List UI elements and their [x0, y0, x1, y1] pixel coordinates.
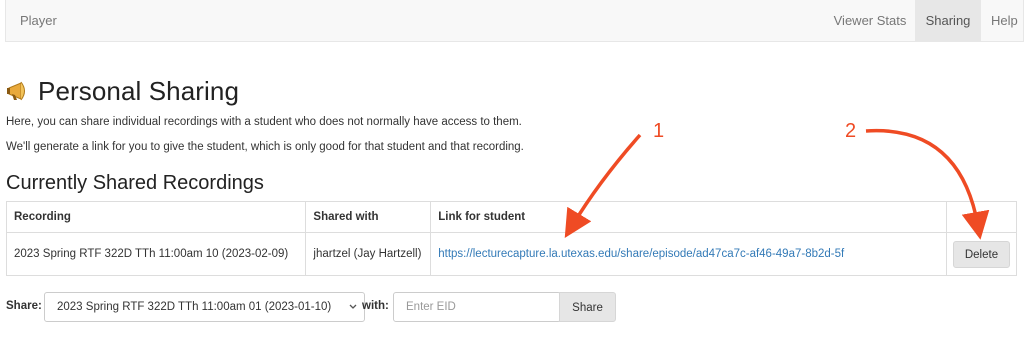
intro-text-2: We'll generate a link for you to give th…: [6, 141, 524, 153]
eid-input-wrapper: [393, 292, 561, 322]
shared-recordings-heading: Currently Shared Recordings: [6, 172, 264, 194]
cell-link: https://lecturecapture.la.utexas.edu/sha…: [430, 232, 947, 276]
page-title-row: Personal Sharing: [6, 76, 239, 106]
nav-viewer-stats[interactable]: Viewer Stats: [825, 0, 915, 41]
top-navbar: Player Viewer Stats Sharing Help: [5, 0, 1024, 42]
column-header-link: Link for student: [430, 201, 947, 233]
share-label: Share:: [6, 300, 42, 312]
intro-text-1: Here, you can share individual recording…: [6, 116, 522, 128]
page-title: Personal Sharing: [38, 75, 240, 106]
column-header-action: [945, 201, 1018, 233]
column-header-shared-with: Shared with: [305, 201, 432, 233]
chevron-down-icon: [348, 301, 358, 313]
nav-help[interactable]: Help: [981, 0, 1024, 41]
table-header-row: Recording Shared with Link for student: [5, 201, 1018, 233]
recording-select-value: 2023 Spring RTF 322D TTh 11:00am 01 (202…: [57, 301, 332, 313]
student-share-link[interactable]: https://lecturecapture.la.utexas.edu/sha…: [438, 248, 844, 260]
delete-button[interactable]: Delete: [952, 240, 1010, 268]
annotation-label-1: 1: [653, 120, 665, 142]
with-label: with:: [362, 300, 389, 312]
nav-sharing[interactable]: Sharing: [915, 0, 981, 41]
annotation-label-2: 2: [845, 120, 857, 142]
column-header-recording: Recording: [5, 201, 307, 233]
megaphone-icon: [6, 79, 32, 103]
recording-select[interactable]: 2023 Spring RTF 322D TTh 11:00am 01 (202…: [44, 292, 365, 322]
cell-recording: 2023 Spring RTF 322D TTh 11:00am 10 (202…: [5, 232, 307, 276]
cell-shared-with: jhartzel (Jay Hartzell): [305, 232, 432, 276]
shared-recordings-table: Recording Shared with Link for student 2…: [5, 201, 1018, 276]
share-button[interactable]: Share: [559, 292, 616, 322]
cell-action: Delete: [945, 232, 1018, 276]
eid-input[interactable]: [394, 293, 560, 321]
table-row: 2023 Spring RTF 322D TTh 11:00am 10 (202…: [5, 232, 1018, 276]
nav-brand-player[interactable]: Player: [20, 13, 57, 28]
